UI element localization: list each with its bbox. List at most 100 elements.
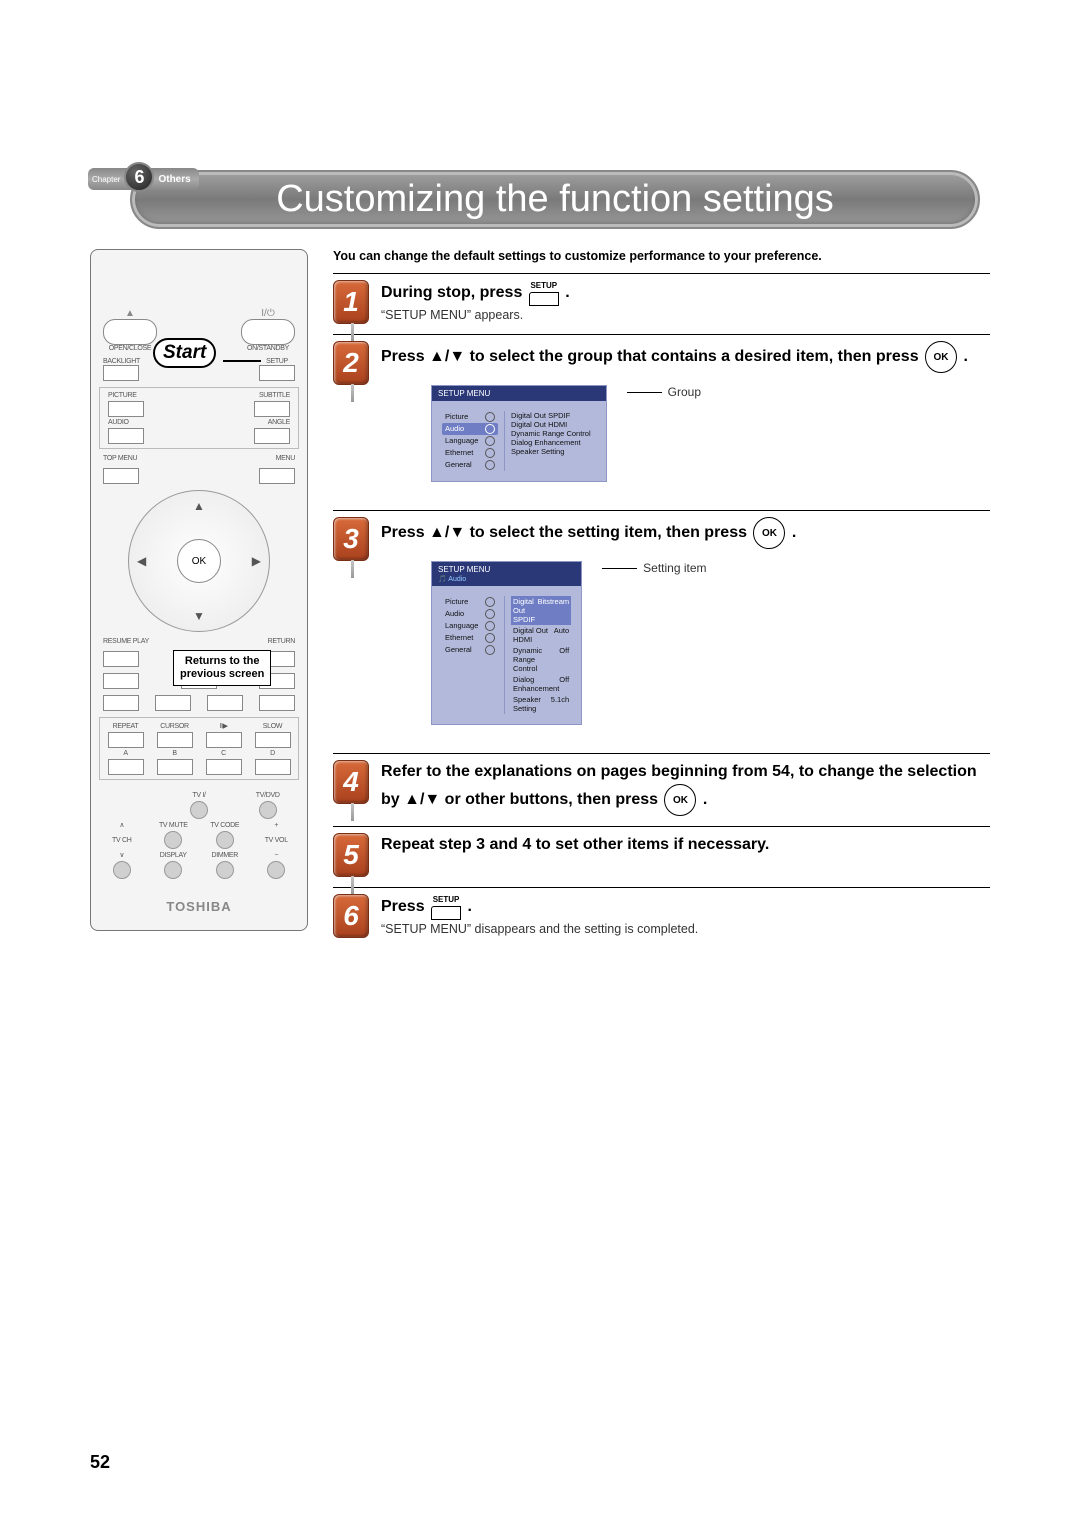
dpad: ▲ ▼ ◀ ▶ OK: [128, 490, 270, 632]
ok-key-icon: OK: [925, 341, 957, 373]
topmenu-button: [103, 468, 139, 484]
intro-text: You can change the default settings to c…: [333, 249, 990, 263]
step-2: 2 Press ▲/▼ to select the group that con…: [333, 341, 990, 500]
prev-button: [103, 695, 139, 711]
audio-label: AUDIO: [108, 419, 129, 426]
rev-button: [155, 695, 191, 711]
step1-text-a: During stop, press: [381, 284, 527, 301]
cursor-label: CURSOR: [160, 723, 189, 730]
step-badge-6: 6: [333, 894, 369, 938]
brand-logo: TOSHIBA: [166, 899, 231, 914]
step2-text-a: Press ▲/▼ to select the group that conta…: [381, 348, 923, 365]
step-badge-3: 3: [333, 517, 369, 561]
next-button: [259, 695, 295, 711]
step6-text-b: .: [468, 898, 472, 915]
tvcode-label: TV CODE: [210, 822, 239, 829]
picture-label: PICTURE: [108, 392, 137, 399]
osd-title: SETUP MENU: [432, 386, 606, 401]
setup-key-icon: SETUP: [529, 280, 559, 306]
standby-label: ON/STANDBY: [247, 345, 289, 352]
start-callout: Start: [153, 338, 216, 368]
tvdvd-label: TV/DVD: [256, 792, 280, 799]
pause-button: [103, 673, 139, 689]
step-4: 4 Refer to the explanations on pages beg…: [333, 760, 990, 816]
b-button: [157, 759, 193, 775]
returns-line1: Returns to the: [180, 655, 264, 668]
chapter-section: Others: [158, 174, 190, 185]
step-5: 5 Repeat step 3 and 4 to set other items…: [333, 833, 990, 877]
dimmer-button: [216, 861, 234, 879]
angle-button: [254, 428, 290, 444]
resume-button: [103, 651, 139, 667]
page-title: Customizing the function settings: [130, 170, 980, 229]
tvvol-down-button: [267, 861, 285, 879]
step-6: 6 Press SETUP . “SETUP MENU” disappears …: [333, 894, 990, 938]
step-badge-5: 5: [333, 833, 369, 877]
step1-text-b: .: [565, 284, 569, 301]
ok-button: OK: [177, 539, 221, 583]
step-badge-4: 4: [333, 760, 369, 804]
topmenu-label: TOP MENU: [103, 455, 137, 462]
open-close-label: OPEN/CLOSE: [109, 345, 152, 352]
tvpwr-button: [190, 801, 208, 819]
step-button: [206, 732, 242, 748]
menu-label: MENU: [276, 455, 295, 462]
step3-text-a: Press ▲/▼ to select the setting item, th…: [381, 524, 751, 541]
audio-button: [108, 428, 144, 444]
setup-key-icon: SETUP: [431, 894, 461, 920]
setup-label: SETUP: [266, 358, 288, 365]
display-button: [164, 861, 182, 879]
chapter-tab: Chapter 6 Others: [88, 168, 199, 190]
tvch-down-button: [113, 861, 131, 879]
step-badge-2: 2: [333, 341, 369, 385]
tvmute-label: TV MUTE: [159, 822, 188, 829]
osd-menu-group: SETUP MENU Picture Audio Language Ethern…: [431, 385, 607, 482]
tvpwr-label: TV I/: [192, 792, 205, 799]
chapter-number: 6: [124, 162, 154, 192]
d-button: [255, 759, 291, 775]
start-pointer-line: [223, 360, 261, 362]
tvcode-button: [216, 831, 234, 849]
osd-menu-item: SETUP MENU 🎵 Audio Picture Audio Languag…: [431, 561, 582, 725]
up-arrow-icon: ▲: [193, 499, 205, 513]
power-icon: I/⏻: [261, 308, 274, 319]
cursor-button: [157, 732, 193, 748]
left-arrow-icon: ◀: [137, 554, 146, 568]
slow-label: SLOW: [263, 723, 282, 730]
step-badge-1: 1: [333, 280, 369, 324]
subtitle-button: [254, 401, 290, 417]
resume-label: RESUME PLAY: [103, 638, 149, 645]
setting-item-callout: Setting item: [602, 561, 706, 575]
remote-control-illustration: ▲ OPEN/CLOSE I/⏻ ON/STANDBY Start BA: [90, 249, 308, 931]
right-arrow-icon: ▶: [252, 554, 261, 568]
group-callout: Group: [627, 385, 701, 399]
step5-text: Repeat step 3 and 4 to set other items i…: [381, 833, 990, 857]
repeat-label: REPEAT: [113, 723, 139, 730]
step3-text-b: .: [792, 524, 796, 541]
setup-button: [259, 365, 295, 381]
tvch-label: TV CH: [112, 837, 132, 844]
step6-sub: “SETUP MENU” disappears and the setting …: [381, 922, 990, 936]
fwd-button: [207, 695, 243, 711]
step-1: 1 During stop, press SETUP . “SETUP MENU…: [333, 280, 990, 324]
d-label: D: [270, 750, 275, 757]
c-label: C: [221, 750, 226, 757]
step6-text-a: Press: [381, 898, 429, 915]
menu-button: [259, 468, 295, 484]
tvdvd-button: [259, 801, 277, 819]
return-label: RETURN: [268, 638, 295, 645]
slow-button: [255, 732, 291, 748]
c-button: [206, 759, 242, 775]
eject-icon: ▲: [125, 308, 135, 319]
osd3-title: SETUP MENU: [438, 565, 490, 574]
backlight-button: [103, 365, 139, 381]
page-number: 52: [90, 1452, 110, 1473]
dimmer-label: DIMMER: [211, 852, 238, 859]
step-3: 3 Press ▲/▼ to select the setting item, …: [333, 517, 990, 743]
step1-sub: “SETUP MENU” appears.: [381, 308, 990, 322]
returns-callout: Returns to the previous screen: [173, 650, 271, 686]
a-label: A: [123, 750, 127, 757]
down-arrow-icon: ▼: [193, 609, 205, 623]
step2-text-b: .: [963, 348, 967, 365]
picture-button: [108, 401, 144, 417]
